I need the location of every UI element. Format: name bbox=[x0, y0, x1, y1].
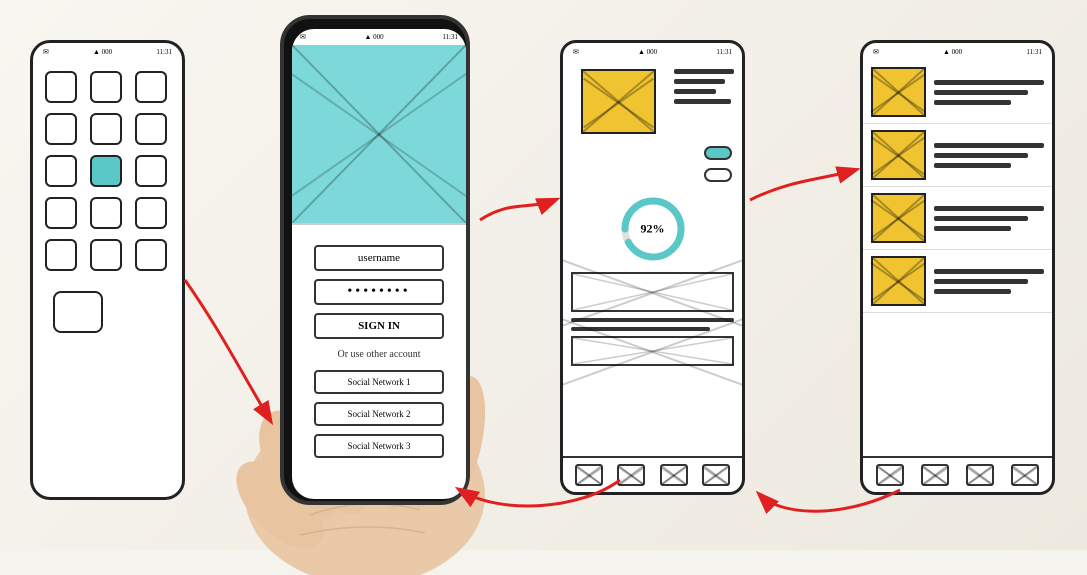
product-thumb-4 bbox=[871, 256, 926, 306]
app-icon-4 bbox=[45, 113, 77, 145]
app-icon-7 bbox=[45, 155, 77, 187]
p4-line-2 bbox=[934, 279, 1028, 284]
toggle-row-1 bbox=[563, 142, 742, 164]
product-item-4[interactable] bbox=[863, 250, 1052, 313]
progress-label: 92% bbox=[641, 222, 665, 237]
nav-icon-2[interactable] bbox=[617, 464, 645, 486]
signin-button[interactable]: SIGN IN bbox=[314, 313, 444, 339]
phone-hero-image bbox=[292, 45, 466, 225]
screen-1-app-grid: ✉ ▲ 000 11:31 bbox=[30, 40, 185, 500]
product-item-2[interactable] bbox=[863, 124, 1052, 187]
progress-circle: 92% bbox=[618, 194, 688, 264]
screen4-nav-icon-4[interactable] bbox=[1011, 464, 1039, 486]
line-4 bbox=[674, 99, 731, 104]
nav-icon-1[interactable] bbox=[575, 464, 603, 486]
line-1 bbox=[674, 69, 734, 74]
dash-text-lines bbox=[666, 61, 734, 109]
username-input[interactable]: username bbox=[314, 245, 444, 271]
app-icon-11 bbox=[90, 197, 122, 229]
screen4-time: 11:31 bbox=[1026, 48, 1042, 56]
nav-icon-4[interactable] bbox=[702, 464, 730, 486]
app-grid bbox=[33, 61, 182, 281]
product-thumb-1 bbox=[871, 67, 926, 117]
nav-icon-3[interactable] bbox=[660, 464, 688, 486]
app-icon-15 bbox=[135, 239, 167, 271]
product-lines-2 bbox=[934, 138, 1044, 173]
screen4-nav-icon-3[interactable] bbox=[966, 464, 994, 486]
p2-line-3 bbox=[934, 163, 1011, 168]
line-3 bbox=[674, 89, 716, 94]
app-icon-13 bbox=[45, 239, 77, 271]
phone-signal: ▲ 000 bbox=[365, 33, 384, 41]
screen1-signal: ▲ 000 bbox=[93, 48, 112, 56]
screen-3-dashboard: ✉ ▲ 000 11:31 bbox=[560, 40, 745, 495]
scene: ✉ ▲ 000 11:31 bbox=[0, 0, 1087, 550]
phone-body: ✉ ▲ 000 11:31 username •••••••• SIGN IN bbox=[280, 15, 470, 505]
p4-line-3 bbox=[934, 289, 1011, 294]
app-icon-9 bbox=[135, 155, 167, 187]
screen3-signal: ▲ 000 bbox=[638, 48, 657, 56]
screen4-status-bar: ✉ ▲ 000 11:31 bbox=[863, 43, 1052, 61]
toggle-1[interactable] bbox=[704, 146, 732, 160]
screen1-email-icon: ✉ bbox=[43, 48, 49, 56]
dash-wireframe-1 bbox=[571, 272, 734, 312]
app-icon-10 bbox=[45, 197, 77, 229]
p4-line-1 bbox=[934, 269, 1044, 274]
screen3-status-bar: ✉ ▲ 000 11:31 bbox=[563, 43, 742, 61]
app-icon-12 bbox=[135, 197, 167, 229]
p1-line-3 bbox=[934, 100, 1011, 105]
toggle-2[interactable] bbox=[704, 168, 732, 182]
toggle-row-2 bbox=[563, 164, 742, 186]
phone-status-bar: ✉ ▲ 000 11:31 bbox=[292, 29, 466, 45]
line-s1 bbox=[571, 318, 734, 322]
app-icon-5 bbox=[90, 113, 122, 145]
screen4-nav-icon-2[interactable] bbox=[921, 464, 949, 486]
phone-time: 11:31 bbox=[442, 33, 458, 41]
product-thumb-2 bbox=[871, 130, 926, 180]
screen4-email-icon: ✉ bbox=[873, 48, 879, 56]
p2-line-1 bbox=[934, 143, 1044, 148]
product-item-1[interactable] bbox=[863, 61, 1052, 124]
p3-line-2 bbox=[934, 216, 1028, 221]
product-item-3[interactable] bbox=[863, 187, 1052, 250]
line-2 bbox=[674, 79, 725, 84]
screen1-time: 11:31 bbox=[156, 48, 172, 56]
phone-email-icon: ✉ bbox=[300, 33, 306, 41]
social-btn-2[interactable]: Social Network 2 bbox=[314, 402, 444, 426]
or-text: Or use other account bbox=[337, 349, 420, 360]
login-form: username •••••••• SIGN IN Or use other a… bbox=[292, 225, 466, 468]
app-icon-6 bbox=[135, 113, 167, 145]
screen3-bottom-nav bbox=[563, 456, 742, 492]
phone-screen: ✉ ▲ 000 11:31 username •••••••• SIGN IN bbox=[292, 29, 466, 499]
p1-line-1 bbox=[934, 80, 1044, 85]
p1-line-2 bbox=[934, 90, 1028, 95]
screen1-status-bar: ✉ ▲ 000 11:31 bbox=[33, 43, 182, 61]
social-btn-1[interactable]: Social Network 1 bbox=[314, 370, 444, 394]
screen4-signal: ▲ 000 bbox=[943, 48, 962, 56]
dash-top-row bbox=[563, 61, 742, 142]
dash-wireframe-2 bbox=[571, 336, 734, 366]
social-btn-3[interactable]: Social Network 3 bbox=[314, 434, 444, 458]
p3-line-3 bbox=[934, 226, 1011, 231]
app-icon-2 bbox=[90, 71, 122, 103]
screen-4-product-list: ✉ ▲ 000 11:31 bbox=[860, 40, 1055, 495]
product-lines-4 bbox=[934, 264, 1044, 299]
dash-hero-image bbox=[581, 69, 656, 134]
password-input[interactable]: •••••••• bbox=[314, 279, 444, 305]
app-icon-highlighted bbox=[90, 155, 122, 187]
screen4-nav-icon-1[interactable] bbox=[876, 464, 904, 486]
app-icon-14 bbox=[90, 239, 122, 271]
p3-line-1 bbox=[934, 206, 1044, 211]
app-icon-3 bbox=[135, 71, 167, 103]
p2-line-2 bbox=[934, 153, 1028, 158]
app-icon-1 bbox=[45, 71, 77, 103]
app-icon-large bbox=[53, 291, 103, 333]
screen3-time: 11:31 bbox=[716, 48, 732, 56]
screen4-bottom-nav bbox=[863, 456, 1052, 492]
screen3-email-icon: ✉ bbox=[573, 48, 579, 56]
product-lines-3 bbox=[934, 201, 1044, 236]
phone-wrapper: ✉ ▲ 000 11:31 username •••••••• SIGN IN bbox=[260, 15, 480, 545]
product-lines-1 bbox=[934, 75, 1044, 110]
product-thumb-3 bbox=[871, 193, 926, 243]
